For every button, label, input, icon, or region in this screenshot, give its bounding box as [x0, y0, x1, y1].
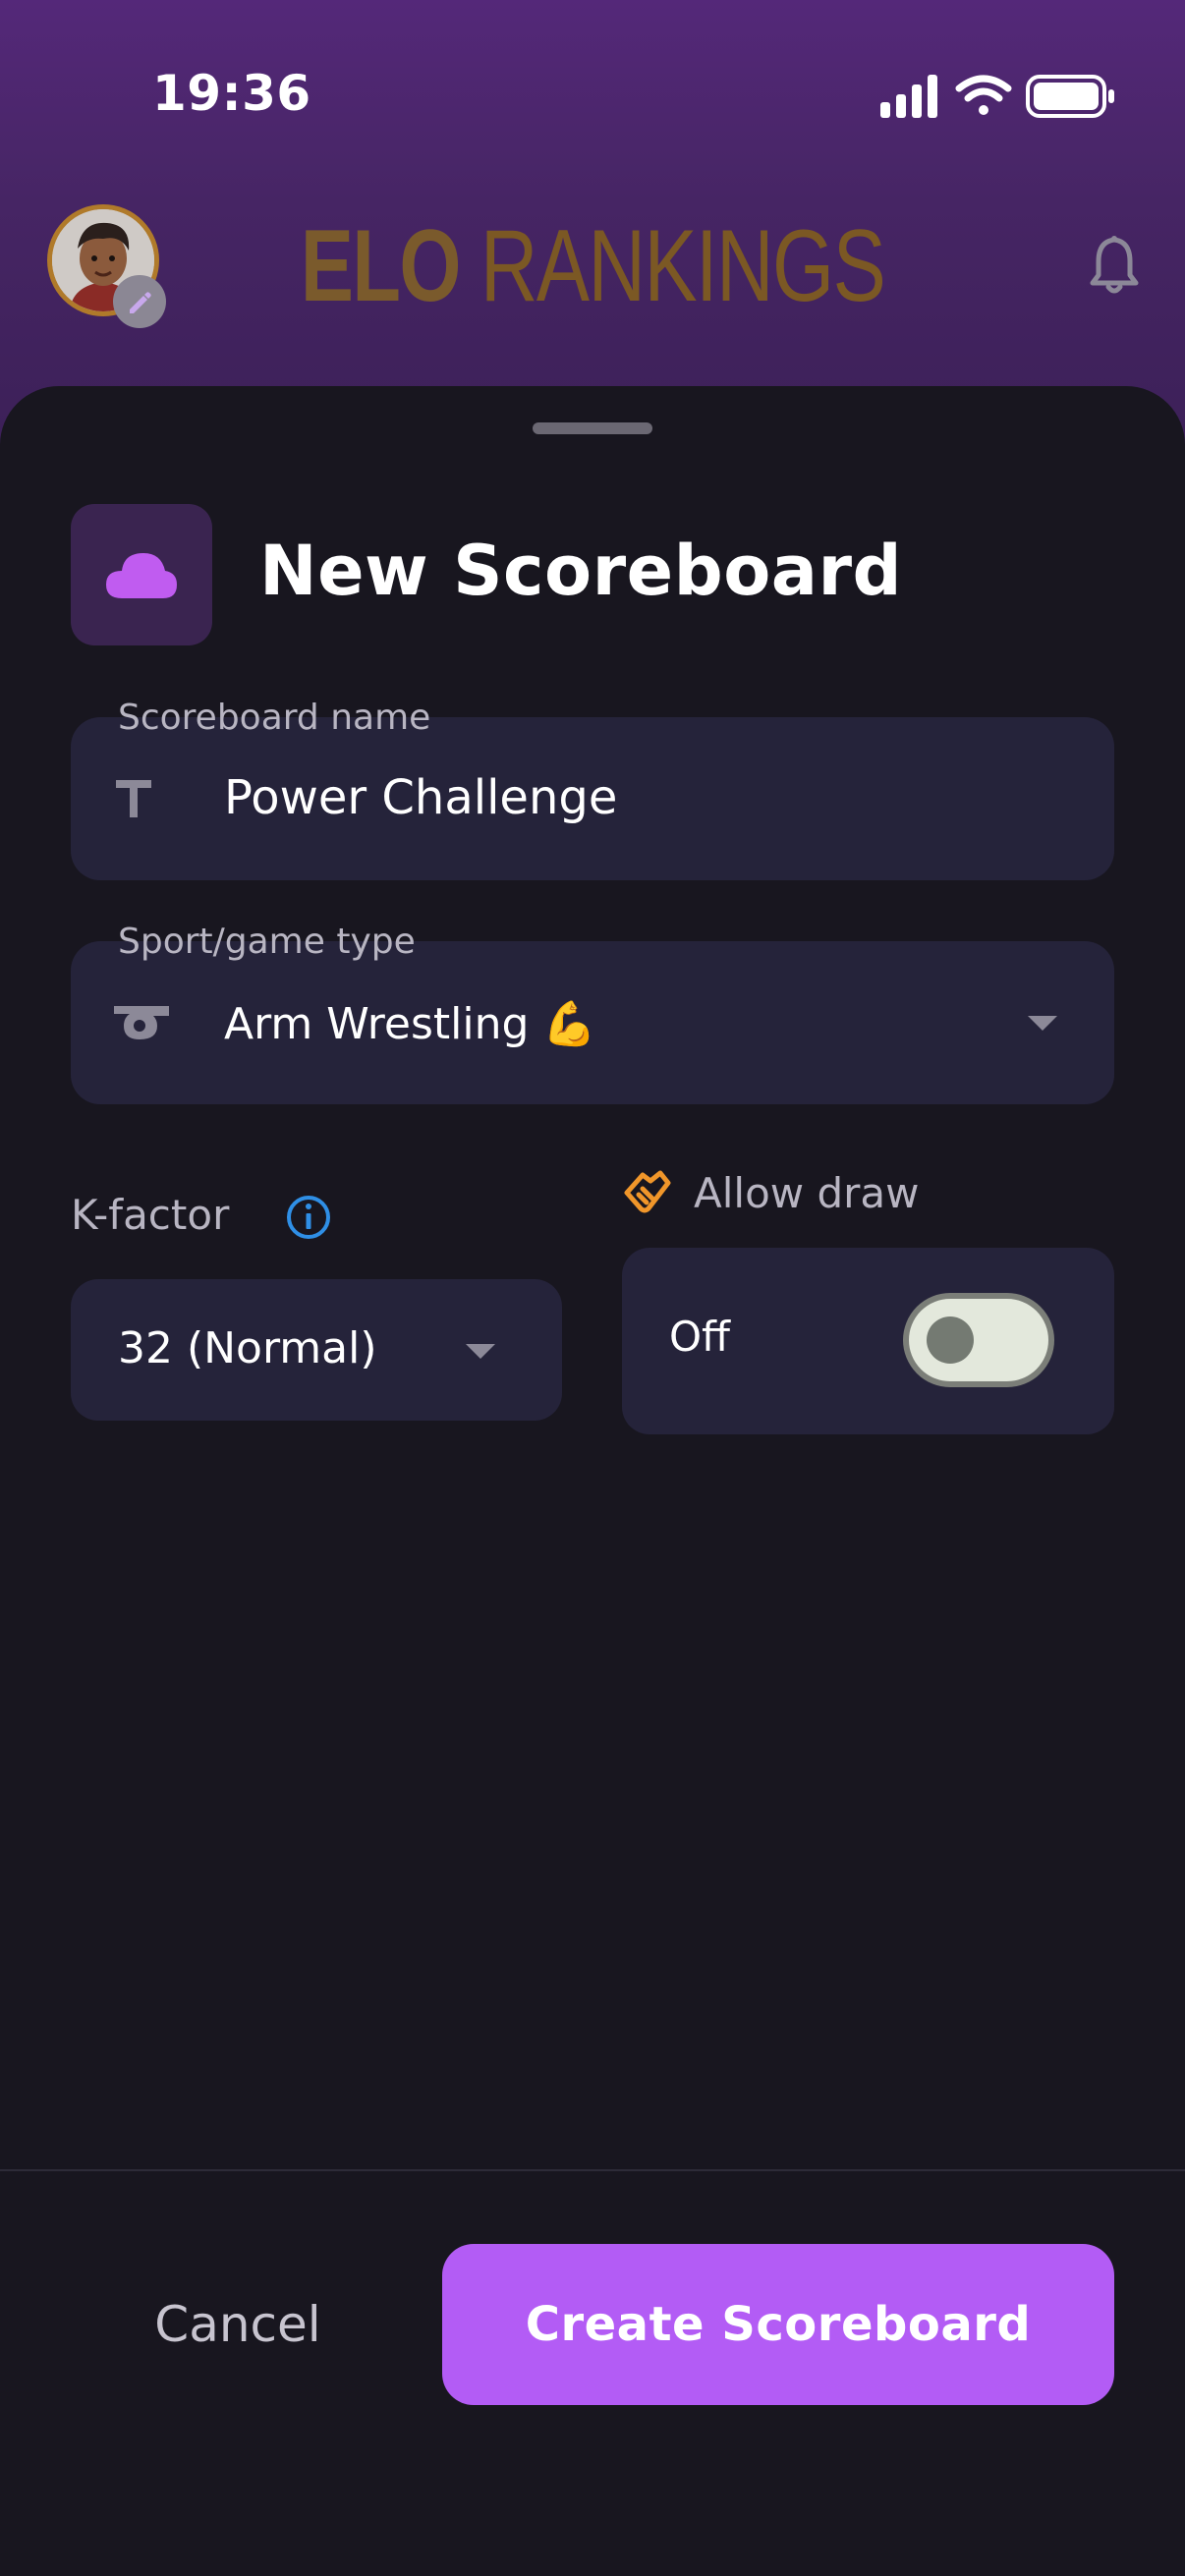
app-title-part2: RANKINGS [480, 209, 886, 323]
allow-draw-state: Off [669, 1313, 730, 1361]
kfactor-value: 32 (Normal) [118, 1323, 377, 1373]
scoreboard-name-label: Scoreboard name [118, 698, 431, 738]
scoreboard-name-value: Power Challenge [224, 770, 618, 825]
sport-type-select[interactable]: Arm Wrestling 💪 [71, 941, 1114, 1104]
signal-icon [880, 75, 937, 118]
allow-draw-toggle[interactable] [903, 1293, 1054, 1387]
battery-icon [1026, 75, 1114, 118]
sheet-title-icon-tile [71, 504, 212, 645]
allow-draw-card: Off [622, 1248, 1114, 1434]
status-icons [880, 75, 1114, 118]
caret-down-icon [1028, 1016, 1057, 1031]
cloud-icon [106, 553, 177, 598]
kfactor-label: K-factor [71, 1191, 230, 1239]
cancel-button[interactable]: Cancel [71, 2244, 405, 2405]
sport-type-label: Sport/game type [118, 922, 416, 962]
handshake-icon [624, 1170, 671, 1213]
text-t-icon [116, 780, 151, 817]
status-time: 19:36 [152, 65, 311, 122]
whistle-icon [114, 1006, 169, 1039]
sheet-title: New Scoreboard [259, 531, 903, 611]
wifi-icon [955, 75, 1012, 115]
footer-divider [0, 2169, 1185, 2171]
create-scoreboard-button[interactable]: Create Scoreboard [442, 2244, 1114, 2405]
sport-type-value: Arm Wrestling 💪 [224, 999, 597, 1049]
allow-draw-label: Allow draw [694, 1169, 920, 1217]
scoreboard-name-field[interactable]: Power Challenge [71, 717, 1114, 880]
sheet-grabber[interactable] [533, 422, 652, 434]
bell-icon[interactable] [1085, 234, 1144, 297]
status-bar: 19:36 [0, 0, 1185, 187]
caret-down-icon [466, 1344, 495, 1359]
kfactor-select[interactable]: 32 (Normal) [71, 1279, 562, 1421]
info-icon[interactable] [285, 1194, 332, 1241]
app-title-part1: ELO [300, 209, 462, 323]
app-title: ELO RANKINGS [131, 208, 1055, 325]
toggle-knob [927, 1316, 974, 1364]
